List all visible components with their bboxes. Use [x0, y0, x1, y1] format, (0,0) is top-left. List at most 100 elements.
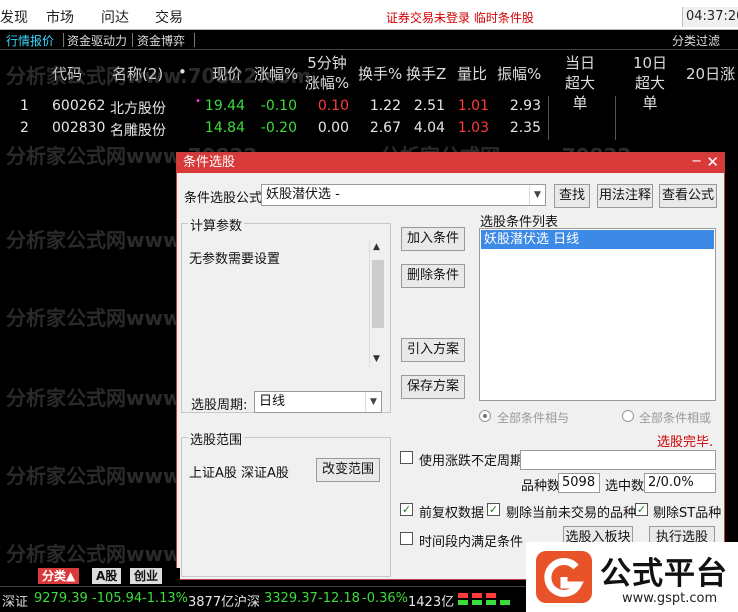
import-plan-button[interactable]: 引入方案 — [401, 338, 465, 362]
sz-change: -105.94 — [92, 591, 143, 606]
header-twenty-day[interactable]: 20日涨 — [686, 63, 738, 84]
sz-amount: 3877亿 — [188, 595, 235, 610]
close-icon[interactable]: ✕ — [706, 153, 719, 171]
params-group-title: 计算参数 — [188, 215, 245, 234]
sz-index: 9279.39 — [34, 591, 88, 606]
change: -0.10 — [260, 98, 297, 114]
column-divider — [615, 96, 616, 118]
market-breadth-icon — [458, 593, 520, 605]
selected-label: 选中数 — [605, 479, 645, 494]
hs-change: -12.18 — [318, 591, 360, 606]
login-status[interactable]: 证券交易未登录 临时条件股 — [386, 9, 534, 26]
watermark: 分析家公式网www.70822.com — [6, 64, 312, 88]
table-row[interactable]: 1 600262 北方股份 • 19.44 -0.10 0.10 1.22 2.… — [0, 96, 738, 118]
tab-capital-drive[interactable]: 资金驱动力 — [67, 32, 127, 49]
formula-select[interactable]: 妖股潜伏选 - ▼ — [261, 184, 546, 206]
radio-and[interactable] — [479, 410, 491, 422]
logo-icon — [536, 551, 592, 603]
turnover: 2.67 — [369, 120, 401, 136]
variable-period-field[interactable] — [520, 450, 716, 470]
menu-trade[interactable]: 交易 — [155, 7, 183, 27]
range-text: 上证A股 深证A股 — [189, 466, 289, 481]
clock: 04:37:20 — [682, 7, 738, 27]
search-button[interactable]: 查找 — [554, 184, 590, 208]
list-item[interactable]: 妖股潜伏选 日线 — [481, 230, 714, 249]
tab-category[interactable]: 分类▲ — [38, 568, 80, 584]
pre-adjust-label: 前复权数据 — [419, 506, 485, 521]
menu-bar: 发现 市场 问达 交易 证券交易未登录 临时条件股 04:37:20 — [0, 0, 738, 30]
header-turnover-z[interactable]: 换手Z — [406, 63, 446, 84]
variable-period-checkbox[interactable] — [400, 451, 413, 464]
header-amplitude[interactable]: 振幅% — [497, 63, 541, 84]
period-select[interactable]: 日线 ▼ — [254, 391, 382, 413]
add-condition-button[interactable]: 加入条件 — [401, 227, 465, 251]
stock-name: 名雕股份 — [110, 123, 166, 139]
scroll-thumb[interactable] — [372, 260, 384, 328]
bottom-tab-bar: 分类▲ A股 创业 — [0, 568, 180, 584]
chevron-down-icon[interactable]: ▼ — [529, 185, 545, 205]
table-row[interactable]: 2 002830 名雕股份 14.84 -0.20 0.00 2.67 4.04… — [0, 118, 738, 140]
exclude-st-checkbox[interactable]: ✓ — [635, 503, 648, 516]
header-volume-ratio[interactable]: 量比 — [457, 63, 487, 84]
tab-chinext[interactable]: 创业 — [130, 568, 163, 584]
row-index: 1 — [20, 98, 29, 114]
menu-market[interactable]: 市场 — [46, 7, 74, 27]
pre-adjust-checkbox[interactable]: ✓ — [400, 503, 413, 516]
time-range-checkbox[interactable] — [400, 532, 413, 545]
params-scrollbar[interactable]: ▲ ▼ — [369, 240, 385, 368]
change: -0.20 — [260, 120, 297, 136]
column-divider — [615, 118, 616, 140]
delete-condition-button[interactable]: 删除条件 — [401, 264, 465, 288]
radio-or[interactable] — [622, 410, 634, 422]
count-label: 品种数 — [521, 479, 561, 494]
selected-field: 2/0.0% — [644, 473, 716, 493]
change-range-button[interactable]: 改变范围 — [316, 458, 380, 482]
hs-pct: -0.36% — [362, 591, 408, 606]
quote-tab-row: 行情报价 资金驱动力 资金博弈 分类过滤 — [0, 30, 738, 50]
column-divider — [548, 96, 549, 118]
turnover-z: 2.51 — [413, 98, 445, 114]
condition-list[interactable]: 妖股潜伏选 日线 — [479, 228, 716, 401]
menu-discover[interactable]: 发现 — [0, 7, 28, 27]
chevron-down-icon[interactable]: ▼ — [365, 392, 381, 412]
five-min-change: 0.00 — [317, 120, 349, 136]
tab-divider — [63, 33, 64, 47]
volume-ratio: 1.01 — [457, 98, 489, 114]
period-label: 选股周期: — [191, 398, 248, 413]
turnover: 1.22 — [369, 98, 401, 114]
menu-wenda[interactable]: 问达 — [101, 7, 129, 27]
tab-a-shares[interactable]: A股 — [92, 568, 122, 584]
radio-or-label: 全部条件相或 — [639, 411, 712, 425]
stock-code: 600262 — [52, 98, 106, 114]
scroll-up-icon[interactable]: ▲ — [373, 242, 380, 252]
amplitude: 2.35 — [509, 120, 541, 136]
usage-button[interactable]: 用法注释 — [597, 184, 653, 208]
exclude-untraded-checkbox[interactable]: ✓ — [487, 503, 500, 516]
scroll-down-icon[interactable]: ▼ — [373, 354, 380, 364]
row-index: 2 — [20, 120, 29, 136]
hs-label[interactable]: 沪深 — [234, 591, 260, 610]
logo-url: www.gspt.com — [622, 591, 718, 606]
period-value: 日线 — [259, 394, 286, 409]
tab-divider — [132, 33, 133, 47]
category-filter-button[interactable]: 分类过滤 — [672, 32, 720, 49]
dialog-title: 条件选股 — [177, 153, 724, 173]
turnover-z: 4.04 — [413, 120, 445, 136]
condition-screening-dialog: 条件选股 − ✕ 条件选股公式 妖股潜伏选 - ▼ 查找 用法注释 查看公式 计… — [176, 152, 725, 580]
status-done: 选股完毕. — [657, 435, 714, 450]
variable-period-label: 使用涨跌不定周期 — [419, 454, 524, 469]
header-turnover[interactable]: 换手% — [358, 63, 402, 84]
sz-label[interactable]: 深证 — [2, 591, 28, 610]
stock-code: 002830 — [52, 120, 106, 136]
logo-text: 公式平台 — [600, 556, 728, 592]
formula-label: 条件选股公式 — [184, 191, 263, 206]
tab-quotes[interactable]: 行情报价 — [6, 32, 54, 49]
exclude-untraded-label: 剔除当前未交易的品种 — [506, 506, 637, 521]
view-formula-button[interactable]: 查看公式 — [659, 184, 717, 208]
price: 19.44 — [204, 98, 245, 114]
tab-capital-game[interactable]: 资金博弈 — [137, 32, 185, 49]
tab-divider — [194, 33, 195, 47]
minimize-icon[interactable]: − — [691, 154, 702, 169]
count-field: 5098 — [558, 473, 600, 493]
save-plan-button[interactable]: 保存方案 — [401, 375, 465, 399]
